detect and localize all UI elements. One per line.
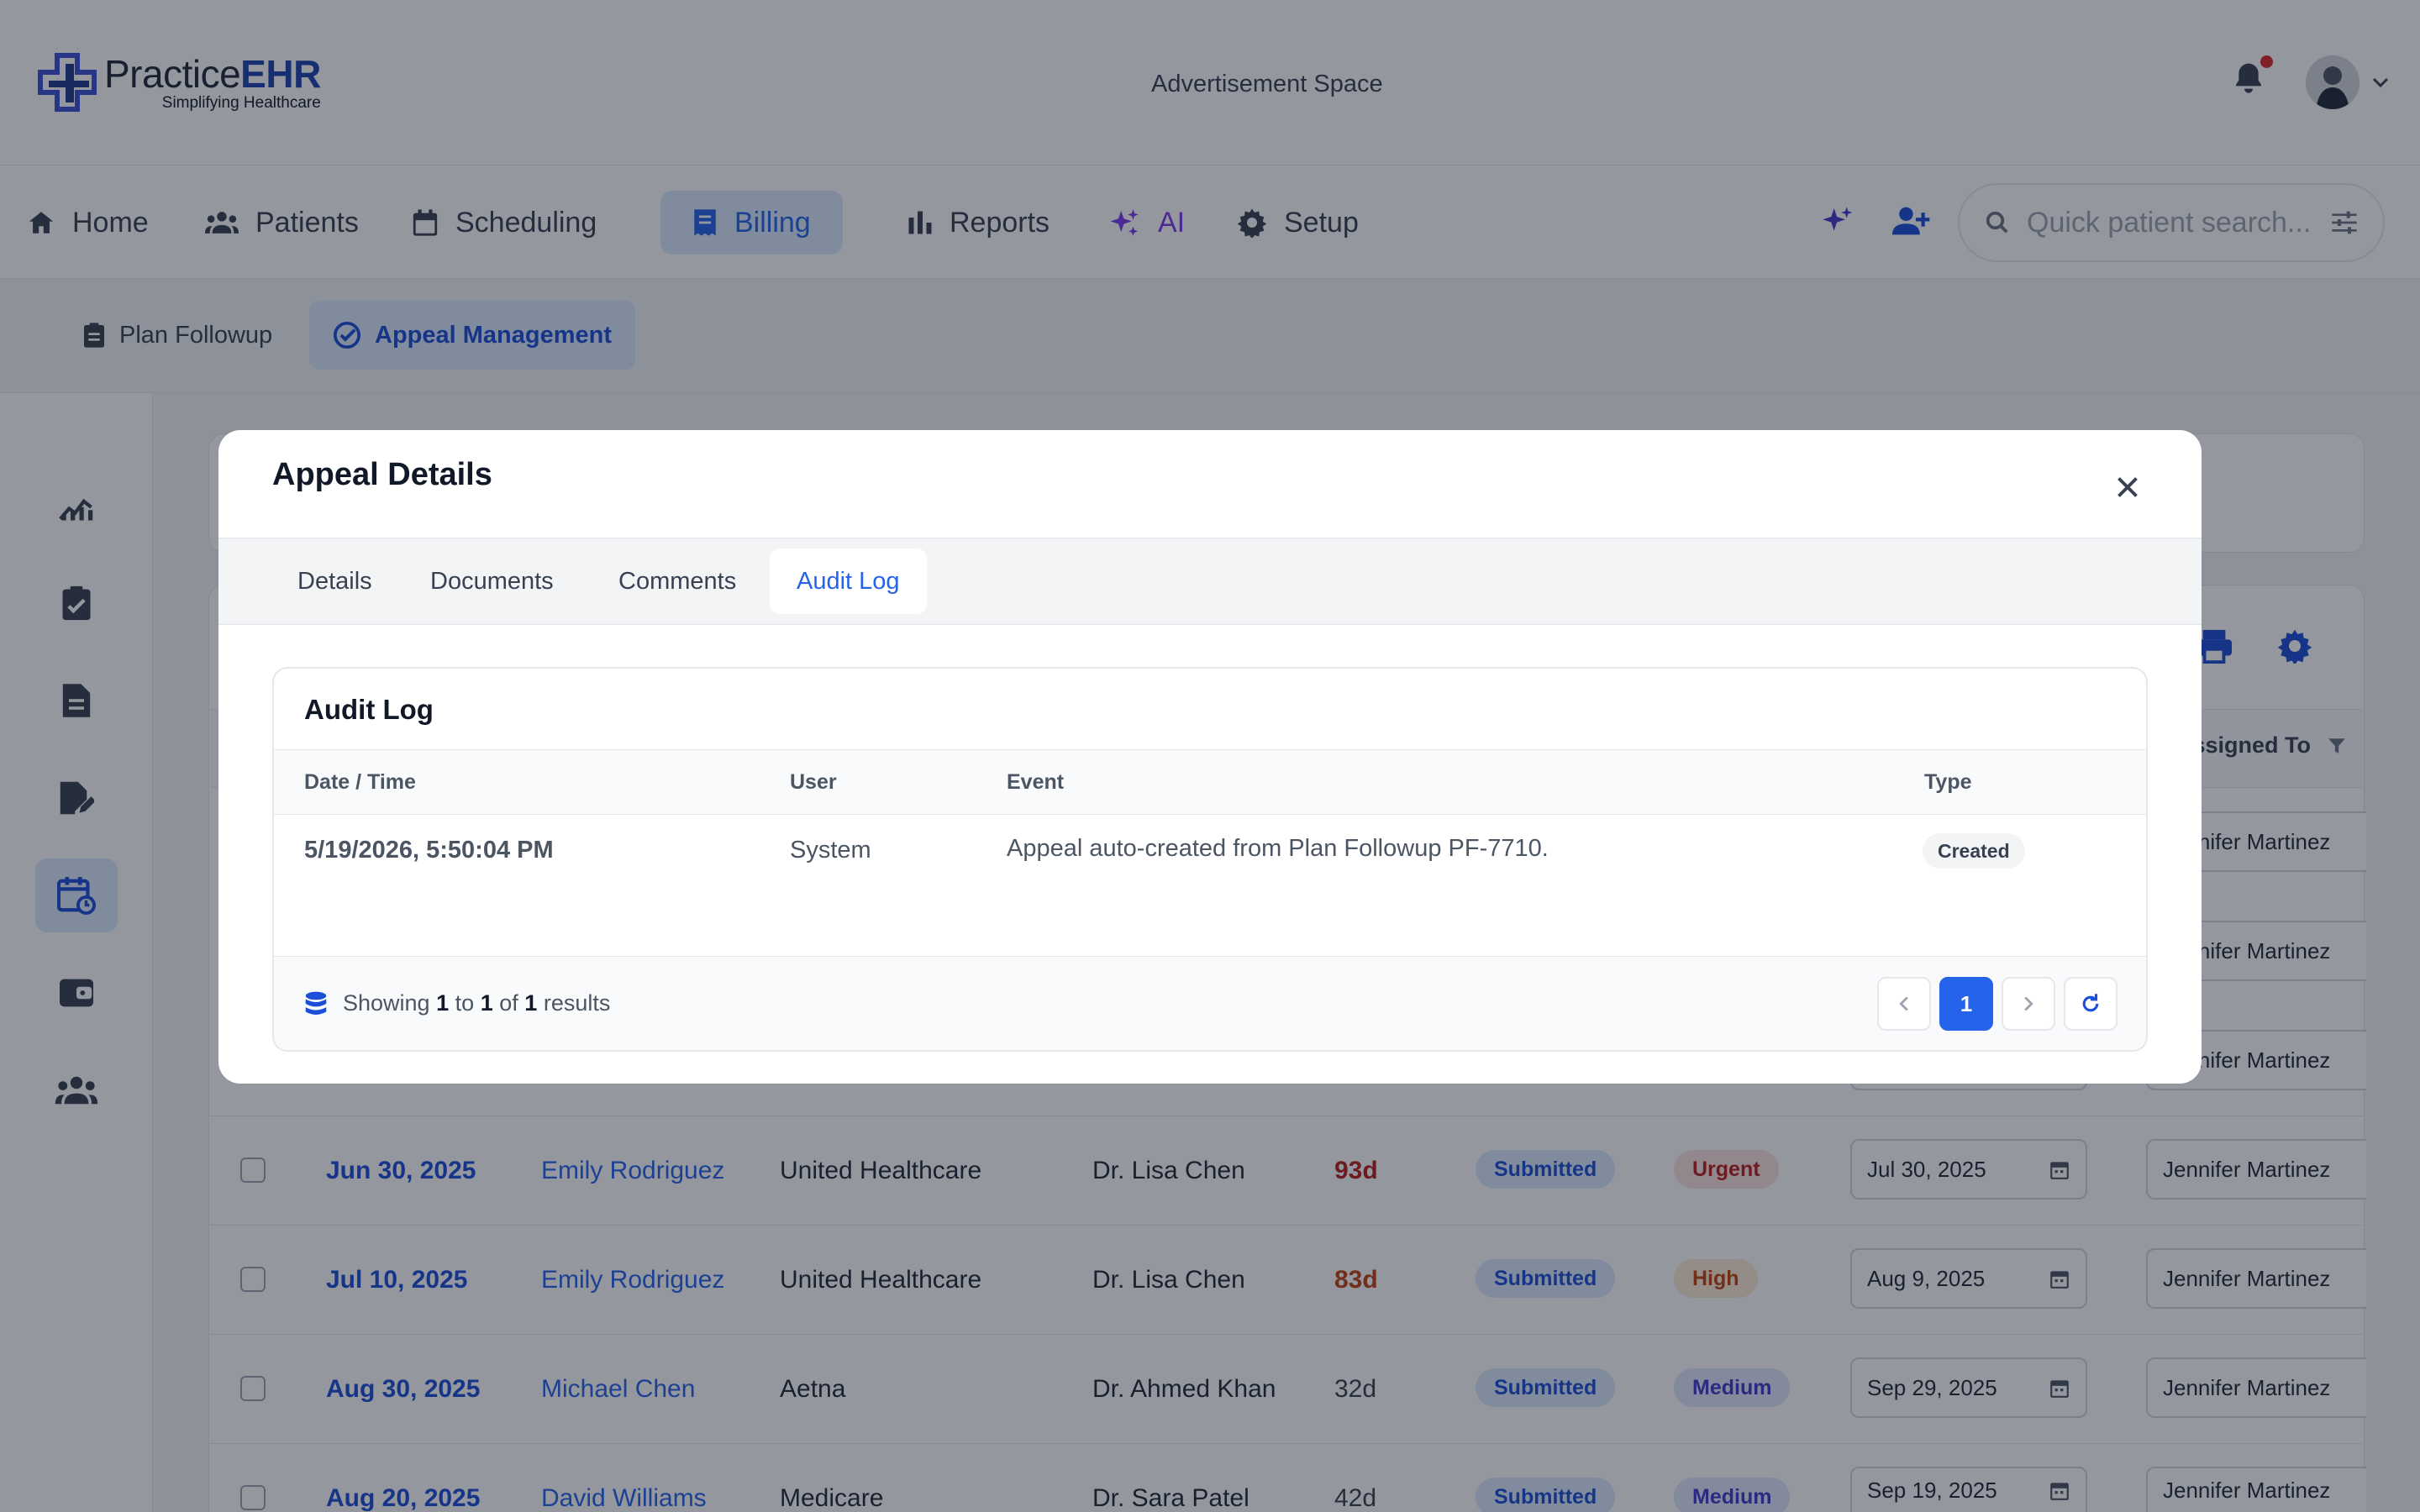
audit-pagination-footer: Showing 1 to 1 of 1 results 1 bbox=[274, 956, 2146, 1050]
modal-tab-bar: Details Documents Comments Audit Log bbox=[218, 538, 2202, 625]
results-to: 1 bbox=[480, 990, 493, 1016]
audit-event: Appeal auto-created from Plan Followup P… bbox=[1007, 835, 1549, 862]
results-from: 1 bbox=[436, 990, 450, 1016]
results-suffix: results bbox=[543, 990, 611, 1016]
refresh-icon bbox=[2082, 994, 2099, 1012]
results-summary: Showing 1 to 1 of 1 results bbox=[304, 990, 610, 1016]
table-row: 5/19/2026, 5:50:04 PM System Appeal auto… bbox=[274, 815, 2146, 956]
audit-user: System bbox=[790, 837, 871, 864]
refresh-button[interactable] bbox=[2064, 977, 2118, 1031]
results-prefix: Showing bbox=[343, 990, 430, 1016]
chevron-right-icon bbox=[2024, 996, 2033, 1011]
column-header-user: User bbox=[790, 770, 837, 794]
column-header-datetime: Date / Time bbox=[304, 770, 416, 794]
audit-log-title: Audit Log bbox=[304, 694, 434, 725]
audit-type-badge: Created bbox=[1923, 833, 2025, 869]
tab-details[interactable]: Details bbox=[271, 549, 399, 614]
database-icon bbox=[305, 991, 327, 1015]
chevron-left-icon bbox=[1899, 996, 1908, 1011]
audit-table-header: Date / Time User Event Type bbox=[274, 749, 2146, 815]
audit-datetime: 5/19/2026, 5:50:04 PM bbox=[304, 837, 554, 864]
prev-page-button[interactable] bbox=[1877, 977, 1931, 1031]
results-of-word: of bbox=[499, 990, 518, 1016]
results-to-word: to bbox=[455, 990, 475, 1016]
close-button[interactable] bbox=[2104, 464, 2151, 511]
appeal-details-modal: Appeal Details Details Documents Comment… bbox=[218, 430, 2202, 1084]
column-header-type: Type bbox=[1924, 770, 1972, 794]
tab-audit-log[interactable]: Audit Log bbox=[770, 549, 927, 614]
modal-title: Appeal Details bbox=[272, 457, 492, 492]
column-header-event: Event bbox=[1007, 770, 1065, 794]
tab-comments[interactable]: Comments bbox=[592, 549, 763, 614]
audit-log-card: Audit Log Date / Time User Event Type 5/… bbox=[272, 667, 2148, 1052]
next-page-button[interactable] bbox=[2002, 977, 2055, 1031]
tab-documents[interactable]: Documents bbox=[403, 549, 581, 614]
page-button-current[interactable]: 1 bbox=[1939, 977, 1993, 1031]
results-total: 1 bbox=[524, 990, 538, 1016]
close-icon bbox=[2118, 477, 2138, 497]
